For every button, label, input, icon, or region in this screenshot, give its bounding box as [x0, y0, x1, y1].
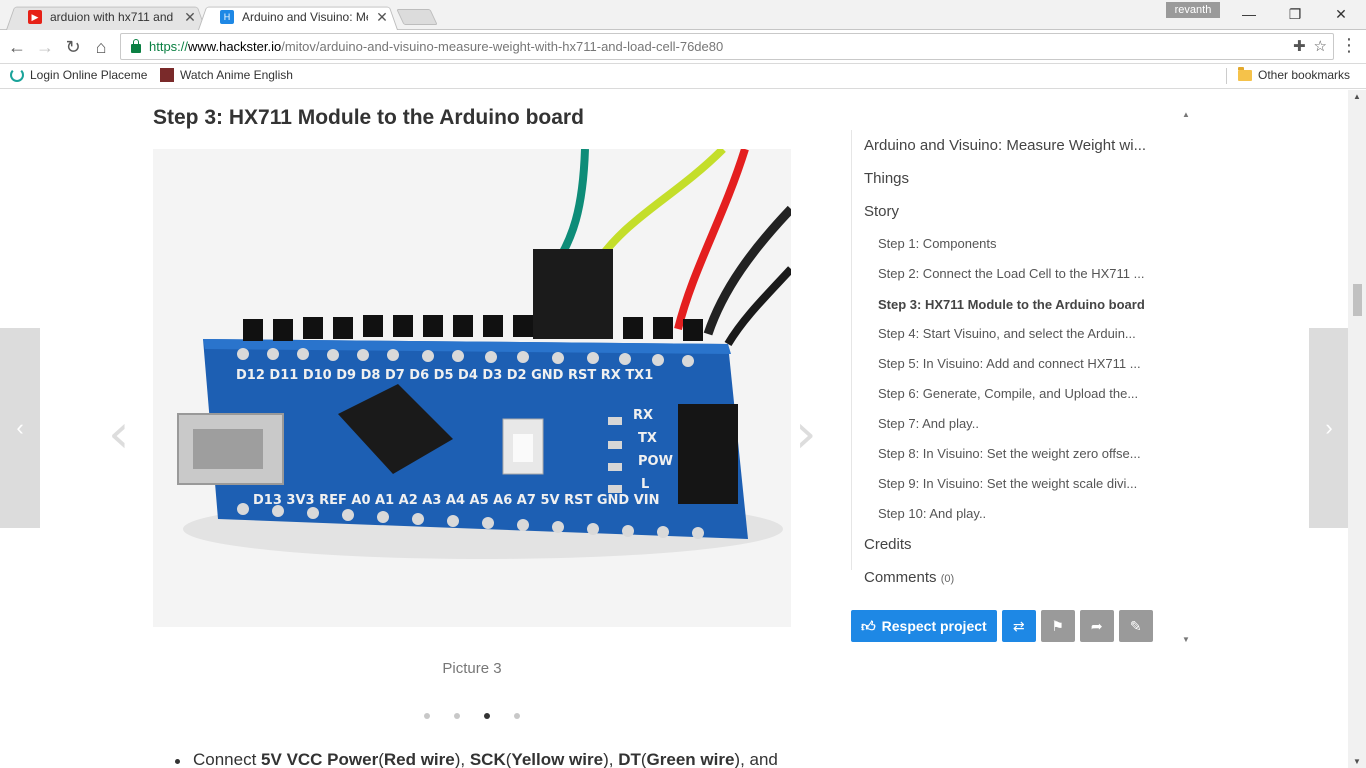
respect-project-button[interactable]: 👍︎ Respect project: [851, 610, 997, 642]
other-bookmarks-label: Other bookmarks: [1258, 68, 1351, 82]
close-tab-icon[interactable]: ✕: [376, 9, 388, 26]
bookmark-separator: [1226, 68, 1227, 84]
svg-text:TX: TX: [638, 431, 657, 446]
step-title: Step 3: HX711 Module to the Arduino boar…: [153, 106, 584, 129]
home-icon[interactable]: ⌂: [88, 34, 114, 60]
svg-text:D13 3V3 REF A0 A1 A2 A3 A4 A5: D13 3V3 REF A0 A1 A2 A3 A4 A5 A6 A7 5V R…: [253, 493, 660, 508]
page-content: Step 3: HX711 Module to the Arduino boar…: [0, 90, 1348, 768]
page-scrollbar[interactable]: ▲ ▼: [1348, 90, 1366, 768]
tab-title: arduion with hx711 and l: [50, 10, 176, 24]
picture-caption: Picture 3: [442, 660, 502, 677]
share-button[interactable]: ➦: [1079, 610, 1114, 642]
browser-toolbar: ← → ↻ ⌂ https://www.hackster.io/mitov/ar…: [0, 30, 1366, 64]
minimize-icon[interactable]: —: [1226, 0, 1272, 28]
carousel-dot[interactable]: [454, 713, 460, 719]
comments-count: (0): [940, 573, 955, 585]
scroll-down-icon[interactable]: ▼: [1182, 635, 1190, 644]
toc-step[interactable]: Step 6: Generate, Compile, and Upload th…: [878, 386, 1162, 401]
address-bar[interactable]: https://www.hackster.io/mitov/arduino-an…: [120, 33, 1334, 60]
share-icon: ➦: [1090, 617, 1103, 634]
browser-tab-hackster[interactable]: H Arduino and Visuino: Me ✕: [198, 4, 398, 30]
bookmark-icon: ⚑: [1051, 617, 1064, 634]
toc-step-current[interactable]: Step 3: HX711 Module to the Arduino boar…: [878, 297, 1162, 312]
respect-label: Respect project: [881, 618, 987, 634]
arduino-nano-photo: RX TX POW L D13 3V3 REF A0 A1 A2 A3 A4 A5 A…: [153, 149, 791, 627]
close-window-icon[interactable]: ✕: [1318, 0, 1364, 28]
toc-things[interactable]: Things: [864, 170, 1164, 187]
tab-title: Arduino and Visuino: Me: [242, 10, 368, 24]
svg-text:D12 D11 D10 D9 D8 D7 D6 D5 D4: D12 D11 D10 D9 D8 D7 D6 D5 D4 D3 D2 GND …: [236, 368, 653, 383]
edit-icon: ✎: [1129, 617, 1142, 634]
svg-text:L: L: [641, 477, 649, 492]
toc-step[interactable]: Step 2: Connect the Load Cell to the HX7…: [878, 266, 1162, 281]
url-path: /mitov/arduino-and-visuino-measure-weigh…: [281, 39, 724, 54]
replicate-icon: ⇄: [1012, 617, 1025, 634]
carousel-dot[interactable]: [514, 713, 520, 719]
bookmarks-bar: Login Online Placeme Watch Anime English…: [0, 64, 1366, 89]
toc-step[interactable]: Step 4: Start Visuino, and select the Ar…: [878, 326, 1162, 341]
toc-step[interactable]: Step 10: And play..: [878, 506, 1162, 521]
carousel-dot-active[interactable]: [484, 713, 490, 719]
power-icon: [10, 68, 24, 82]
tab-strip: ▶ arduion with hx711 and l ✕ H Arduino a…: [0, 0, 1366, 30]
lock-icon: [131, 39, 141, 53]
hackster-icon: H: [220, 10, 234, 24]
profile-badge[interactable]: revanth: [1166, 2, 1220, 18]
chevron-left-icon: ‹: [16, 415, 24, 440]
bookmark-label: Login Online Placeme: [30, 68, 148, 82]
replicate-button[interactable]: ⇄: [1001, 610, 1036, 642]
svg-text:POW: POW: [638, 454, 673, 469]
anime-icon: [160, 68, 174, 82]
close-tab-icon[interactable]: ✕: [184, 9, 196, 26]
embed-button[interactable]: ✎: [1118, 610, 1153, 642]
toc-step[interactable]: Step 1: Components: [878, 236, 1162, 251]
carousel-prev-icon[interactable]: ‹: [108, 402, 130, 465]
carousel-next-icon[interactable]: ›: [795, 402, 817, 465]
browser-menu-icon[interactable]: ⋮: [1340, 35, 1358, 56]
bookmark-label: Watch Anime English: [180, 68, 293, 82]
scroll-up-icon[interactable]: ▲: [1353, 92, 1361, 101]
restore-icon[interactable]: ❐: [1272, 0, 1318, 28]
forward-arrow-icon[interactable]: →: [32, 34, 58, 60]
reload-icon[interactable]: ↻: [60, 34, 86, 60]
toc-comments[interactable]: Comments (0): [864, 569, 1164, 586]
instruction-bullet: Connect 5V VCC Power(Red wire), SCK(Yell…: [175, 750, 778, 768]
project-actions: 👍︎ Respect project ⇄ ⚑ ➦ ✎: [851, 610, 1153, 642]
toc-step[interactable]: Step 8: In Visuino: Set the weight zero …: [878, 446, 1162, 461]
next-step-button[interactable]: ›: [1309, 328, 1348, 528]
thumbs-up-icon: 👍︎: [861, 617, 876, 634]
carousel-dot[interactable]: [424, 713, 430, 719]
toc-scrollbar[interactable]: ▲ ▼: [1178, 110, 1196, 644]
url-scheme: https://: [149, 39, 189, 54]
extension-icon[interactable]: ✚: [1293, 37, 1306, 55]
toc-credits[interactable]: Credits: [864, 536, 1164, 553]
scroll-down-icon[interactable]: ▼: [1353, 757, 1361, 766]
folder-icon: [1238, 66, 1252, 81]
toc-step[interactable]: Step 5: In Visuino: Add and connect HX71…: [878, 356, 1162, 371]
bookmark-star-icon[interactable]: ☆: [1314, 37, 1327, 55]
toc-story[interactable]: Story: [864, 203, 1164, 220]
toc-step[interactable]: Step 9: In Visuino: Set the weight scale…: [878, 476, 1162, 491]
toc-project-title[interactable]: Arduino and Visuino: Measure Weight wi..…: [864, 137, 1164, 154]
prev-step-button[interactable]: ‹: [0, 328, 40, 528]
browser-tab-youtube[interactable]: ▶ arduion with hx711 and l ✕: [6, 4, 206, 30]
url-host: www.hackster.io: [188, 39, 282, 54]
toc-step[interactable]: Step 7: And play..: [878, 416, 1162, 431]
bookmark-anime[interactable]: Watch Anime English: [160, 68, 293, 82]
chevron-right-icon: ›: [1325, 415, 1333, 440]
bookmark-button[interactable]: ⚑: [1040, 610, 1075, 642]
carousel-dots: [153, 713, 791, 719]
bookmark-login[interactable]: Login Online Placeme: [10, 68, 147, 82]
new-tab-button[interactable]: [396, 9, 438, 25]
svg-text:RX: RX: [633, 408, 653, 423]
scrollbar-thumb[interactable]: [1353, 284, 1362, 316]
youtube-icon: ▶: [28, 10, 42, 24]
toc-divider: [851, 130, 852, 570]
other-bookmarks[interactable]: Other bookmarks: [1238, 66, 1351, 82]
scroll-up-icon[interactable]: ▲: [1182, 110, 1190, 119]
back-arrow-icon[interactable]: ←: [4, 34, 30, 60]
